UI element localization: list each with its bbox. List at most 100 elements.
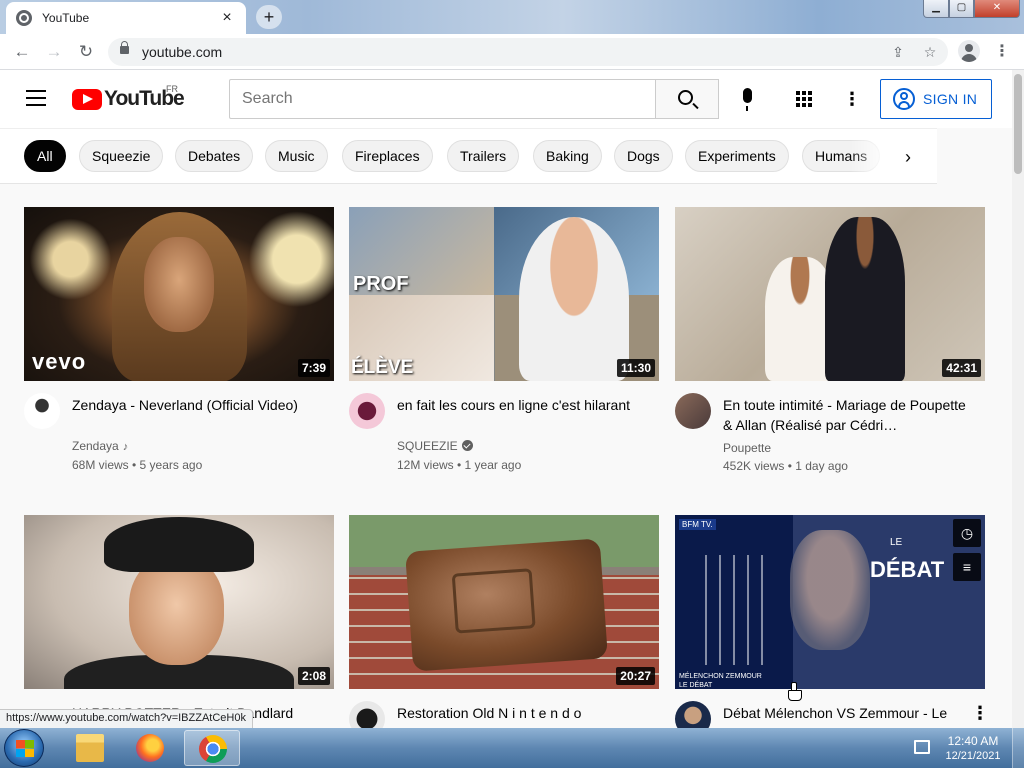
search-icon	[678, 90, 693, 105]
youtube-header: YouTube FR ⋮ SIGN IN	[0, 70, 1012, 128]
firefox-icon	[136, 734, 164, 762]
browser-profile-icon[interactable]	[958, 40, 980, 62]
window-close-button[interactable]: ✕	[974, 0, 1020, 18]
browser-menu-icon[interactable]: ⋮	[992, 40, 1012, 64]
reload-icon[interactable]: ↻	[74, 40, 98, 64]
channel-avatar[interactable]	[349, 393, 385, 429]
start-button[interactable]	[4, 729, 44, 767]
video-title[interactable]: Débat Mélenchon VS Zemmour - Le	[723, 703, 973, 723]
new-tab-button[interactable]: +	[256, 5, 282, 29]
lock-icon[interactable]	[120, 41, 129, 54]
chip-music[interactable]: Music	[265, 140, 328, 172]
sign-in-label: SIGN IN	[923, 91, 978, 107]
settings-more-icon[interactable]: ⋮	[842, 87, 862, 111]
video-menu-icon[interactable]: ⋮	[971, 703, 989, 723]
window-minimize-button[interactable]: ▁	[923, 0, 949, 18]
video-stats: 452K views • 1 day ago	[723, 459, 848, 473]
taskbar-clock[interactable]: 12:40 AM 12/21/2021	[938, 734, 1008, 764]
microphone-icon[interactable]	[739, 88, 755, 112]
clock-date: 12/21/2021	[945, 750, 1001, 762]
sign-in-button[interactable]: SIGN IN	[880, 79, 992, 119]
show-desktop-button[interactable]	[1012, 728, 1024, 768]
clock-time: 12:40 AM	[947, 734, 999, 748]
video-duration: 42:31	[942, 359, 981, 377]
hand-cursor-icon	[788, 682, 802, 701]
thumbnail-text-debat: DÉBAT	[870, 557, 945, 582]
bookmark-star-icon[interactable]: ☆	[920, 42, 940, 62]
window-maximize-button[interactable]: ▢	[949, 0, 974, 18]
scrollbar-thumb[interactable]	[1014, 74, 1022, 174]
video-title[interactable]: en fait les cours en ligne c'est hilaran…	[397, 395, 647, 415]
video-thumbnail[interactable]: vevo 7:39	[24, 207, 334, 381]
vevo-logo: vevo	[32, 349, 87, 374]
video-stats: 12M views • 1 year ago	[397, 458, 522, 472]
share-icon[interactable]: ⇪	[888, 42, 908, 62]
chip-baking[interactable]: Baking	[533, 140, 602, 172]
channel-avatar[interactable]	[675, 393, 711, 429]
browser-toolbar: ← → ↻ youtube.com ⇪ ☆	[0, 34, 1024, 70]
taskbar-explorer[interactable]	[62, 730, 118, 766]
music-note-icon: ♪	[122, 441, 129, 453]
video-title[interactable]: En toute intimité - Mariage de Poupette …	[723, 395, 973, 435]
thumbnail-text-le: LE	[890, 537, 903, 548]
channel-name[interactable]: Poupette	[723, 441, 771, 455]
thumbnail-caption-show: LE DÉBAT	[679, 682, 713, 689]
watch-later-clock-icon[interactable]: ◷	[953, 519, 981, 547]
taskbar-firefox[interactable]	[122, 730, 178, 766]
video-card[interactable]: vevo 7:39 Zendaya - Neverland (Official …	[24, 207, 334, 481]
folder-icon	[76, 734, 104, 762]
chevron-right-icon[interactable]: ›	[896, 145, 920, 169]
channel-name-row[interactable]: Zendaya ♪	[72, 439, 128, 453]
tab-youtube[interactable]: YouTube ×	[6, 2, 246, 34]
video-duration: 7:39	[297, 359, 330, 377]
thumbnail-text-prof: PROF	[353, 273, 409, 295]
chip-debates[interactable]: Debates	[175, 140, 254, 172]
video-duration: 11:30	[616, 359, 655, 377]
address-bar[interactable]: youtube.com ⇪ ☆	[108, 38, 948, 66]
channel-name-row[interactable]: SQUEEZIE	[397, 439, 473, 453]
thumbnail-caption-names: MÉLENCHON ZEMMOUR	[679, 673, 762, 680]
search-input[interactable]	[229, 79, 656, 119]
status-bar-url: https://www.youtube.com/watch?v=IBZZAtCe…	[0, 709, 253, 728]
channel-avatar[interactable]	[24, 393, 60, 429]
channel-name[interactable]: Zendaya	[72, 439, 119, 453]
add-to-queue-icon[interactable]: ≡	[953, 553, 981, 581]
video-thumbnail[interactable]: 2:08	[24, 515, 334, 689]
tab-close-icon[interactable]: ×	[218, 9, 236, 27]
youtube-play-icon	[72, 88, 102, 110]
chip-trailers[interactable]: Trailers	[447, 140, 520, 172]
taskbar-chrome[interactable]	[184, 730, 240, 766]
channel-name[interactable]: SQUEEZIE	[397, 439, 458, 453]
video-thumbnail[interactable]: PROF ÉLÈVE 11:30	[349, 207, 659, 381]
video-card[interactable]: 42:31 En toute intimité - Mariage de Pou…	[675, 207, 985, 481]
chip-squeezie[interactable]: Squeezie	[79, 140, 164, 172]
video-title[interactable]: Restoration Old N i n t e n d o	[397, 703, 647, 723]
chip-experiments[interactable]: Experiments	[685, 140, 789, 172]
chrome-icon	[199, 735, 227, 763]
thumbnail-text-eleve: ÉLÈVE	[351, 357, 414, 378]
video-duration: 2:08	[297, 667, 330, 685]
chip-fireplaces[interactable]: Fireplaces	[342, 140, 433, 172]
apps-grid-icon[interactable]	[796, 91, 812, 107]
address-url[interactable]: youtube.com	[142, 44, 222, 60]
video-thumbnail[interactable]: 20:27	[349, 515, 659, 689]
video-title[interactable]: Zendaya - Neverland (Official Video)	[72, 395, 322, 415]
youtube-favicon-icon	[16, 10, 32, 26]
chip-all[interactable]: All	[24, 140, 66, 172]
browser-tab-strip: YouTube × + ▁ ▢ ✕	[0, 0, 1024, 34]
network-icon[interactable]	[914, 740, 930, 754]
video-card[interactable]: PROF ÉLÈVE 11:30 en fait les cours en li…	[349, 207, 659, 481]
chip-dogs[interactable]: Dogs	[614, 140, 673, 172]
video-duration: 20:27	[616, 667, 655, 685]
windows-logo-icon	[16, 740, 34, 757]
back-arrow-icon[interactable]: ←	[10, 40, 34, 64]
forward-arrow-icon[interactable]: →	[42, 40, 66, 64]
search-button[interactable]	[655, 79, 719, 119]
hamburger-menu-icon[interactable]	[26, 90, 46, 106]
video-thumbnail[interactable]: 42:31	[675, 207, 985, 381]
video-thumbnail[interactable]: BFM TV. LE DÉBAT MÉLENCHON ZEMMOUR LE DÉ…	[675, 515, 985, 689]
page-scrollbar[interactable]	[1012, 70, 1024, 730]
tab-title: YouTube	[42, 11, 90, 25]
windows-taskbar: 12:40 AM 12/21/2021	[0, 728, 1024, 768]
account-icon	[893, 88, 915, 110]
